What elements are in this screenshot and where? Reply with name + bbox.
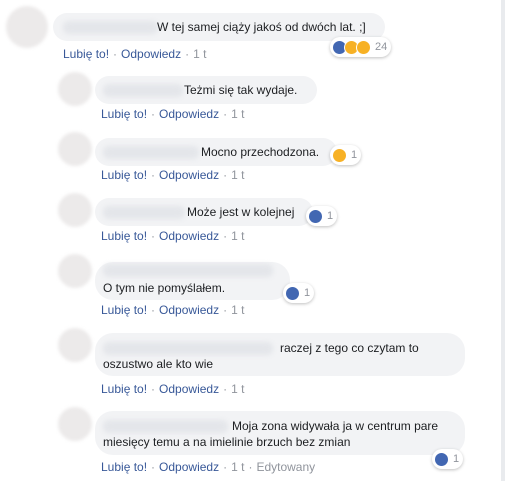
reaction-summary[interactable]: 1 xyxy=(432,449,464,469)
comment-text: miesięcy temu a na imielinie brzuch bez … xyxy=(103,435,351,449)
reaction-count: 1 xyxy=(327,210,334,222)
reaction-summary[interactable]: 1 xyxy=(306,206,338,226)
like-link[interactable]: Lubię to! xyxy=(101,303,147,317)
comment-actions: Lubię to! · Odpowiedz · 1 t · Edytowany xyxy=(101,460,316,474)
author-name[interactable] xyxy=(63,21,158,34)
timestamp[interactable]: 1 t xyxy=(193,47,206,61)
comment-actions: Lubię to! · Odpowiedz · 1 t xyxy=(101,229,245,243)
comment-bubble: O tym nie pomyślałem. xyxy=(95,262,290,300)
comment-text: Teżmi się tak wydaje. xyxy=(184,83,298,97)
like-icon xyxy=(434,451,449,467)
avatar[interactable] xyxy=(58,193,92,227)
like-icon xyxy=(285,285,300,301)
comment-actions: Lubię to! · Odpowiedz · 1 t xyxy=(101,303,245,317)
author-name[interactable] xyxy=(103,206,185,219)
comment-bubble: raczej z tego co czytam to oszustwo ale … xyxy=(95,333,465,376)
reply-link[interactable]: Odpowiedz xyxy=(159,107,219,121)
author-name[interactable] xyxy=(103,342,273,355)
timestamp[interactable]: 1 t xyxy=(231,229,244,243)
comment-actions: Lubię to! · Odpowiedz · 1 t xyxy=(101,168,245,182)
scrollbar[interactable] xyxy=(501,0,505,481)
reaction-count: 1 xyxy=(351,149,358,161)
author-name[interactable] xyxy=(103,146,199,159)
comment-text: O tym nie pomyślałem. xyxy=(103,281,226,295)
author-name[interactable] xyxy=(103,84,183,97)
avatar[interactable] xyxy=(58,254,92,288)
comment-bubble: Mocno przechodzona. xyxy=(95,138,337,166)
haha-icon xyxy=(332,147,347,163)
like-icon xyxy=(308,208,323,224)
comment-text: Moja zona widywała ja w centrum pare xyxy=(232,419,439,433)
like-link[interactable]: Lubię to! xyxy=(63,47,109,61)
author-name[interactable] xyxy=(103,264,273,277)
reply-link[interactable]: Odpowiedz xyxy=(159,168,219,182)
reaction-summary[interactable]: 1 xyxy=(283,283,315,303)
comment-text: oszustwo ale kto wie xyxy=(103,357,214,371)
reply-link[interactable]: Odpowiedz xyxy=(159,382,219,396)
author-name[interactable] xyxy=(103,420,228,433)
timestamp[interactable]: 1 t xyxy=(231,460,244,474)
timestamp[interactable]: 1 t xyxy=(231,303,244,317)
avatar[interactable] xyxy=(58,407,92,441)
like-link[interactable]: Lubię to! xyxy=(101,382,147,396)
comment-thread: W tej samej ciąży jakoś od dwóch lat. ;]… xyxy=(0,0,505,481)
like-link[interactable]: Lubię to! xyxy=(101,229,147,243)
avatar[interactable] xyxy=(58,132,92,166)
comment-text: raczej z tego co czytam to xyxy=(280,341,419,355)
reply-link[interactable]: Odpowiedz xyxy=(159,303,219,317)
timestamp[interactable]: 1 t xyxy=(231,382,244,396)
reaction-count: 1 xyxy=(304,287,311,299)
comment-actions: Lubię to! · Odpowiedz · 1 t xyxy=(101,107,245,121)
reply-link[interactable]: Odpowiedz xyxy=(121,47,181,61)
reaction-count: 24 xyxy=(375,41,388,53)
avatar[interactable] xyxy=(6,6,48,48)
like-link[interactable]: Lubię to! xyxy=(101,460,147,474)
comment-bubble: Może jest w kolejnej xyxy=(95,198,313,226)
wow-icon xyxy=(356,39,371,55)
comment-text: Może jest w kolejnej xyxy=(187,205,295,219)
like-link[interactable]: Lubię to! xyxy=(101,107,147,121)
comment-text: W tej samej ciąży jakoś od dwóch lat. ;] xyxy=(157,20,366,34)
timestamp[interactable]: 1 t xyxy=(231,168,244,182)
reaction-count: 1 xyxy=(453,453,460,465)
like-link[interactable]: Lubię to! xyxy=(101,168,147,182)
edited-label[interactable]: Edytowany xyxy=(256,460,315,474)
comment-actions: Lubię to! · Odpowiedz · 1 t xyxy=(63,47,207,61)
avatar[interactable] xyxy=(58,72,92,106)
avatar[interactable] xyxy=(58,328,92,362)
reaction-summary[interactable]: 24 xyxy=(330,37,392,57)
reply-link[interactable]: Odpowiedz xyxy=(159,229,219,243)
reply-link[interactable]: Odpowiedz xyxy=(159,460,219,474)
comment-bubble: Moja zona widywała ja w centrum pare mie… xyxy=(95,411,465,455)
reaction-summary[interactable]: 1 xyxy=(330,145,362,165)
timestamp[interactable]: 1 t xyxy=(231,107,244,121)
comment-bubble: Teżmi się tak wydaje. xyxy=(95,76,317,104)
comment-text: Mocno przechodzona. xyxy=(201,145,320,159)
comment-actions: Lubię to! · Odpowiedz · 1 t xyxy=(101,382,245,396)
